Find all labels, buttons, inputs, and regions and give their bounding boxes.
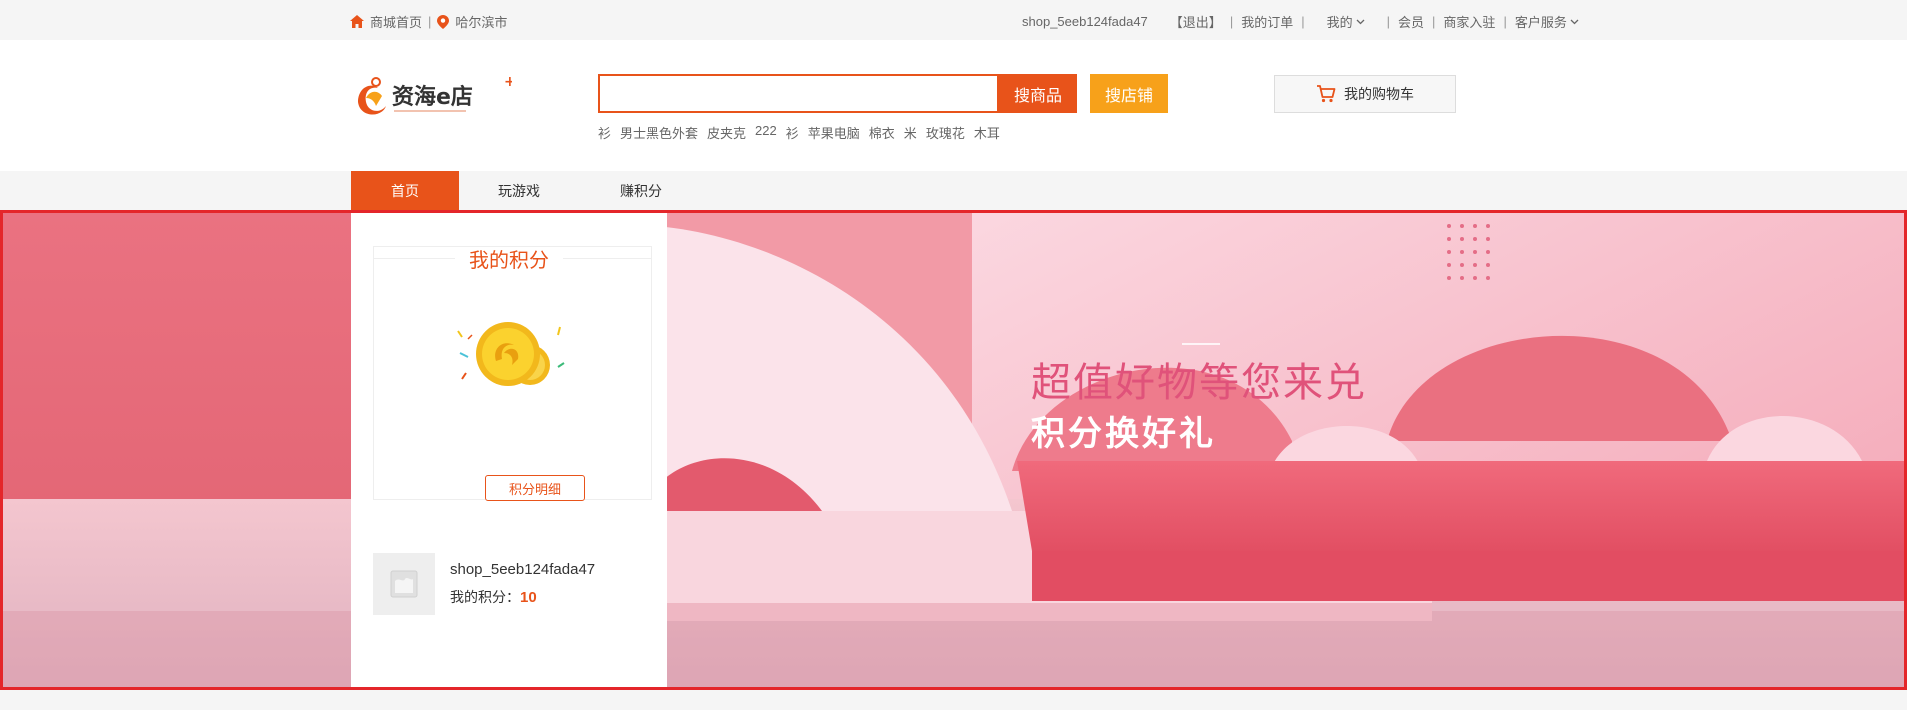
- city-selector[interactable]: 哈尔滨市: [455, 12, 507, 31]
- mine-label: 我的: [1326, 15, 1353, 30]
- points-detail-button[interactable]: 积分明细: [485, 475, 585, 501]
- chevron-down-icon: [1356, 19, 1365, 24]
- hot-keyword[interactable]: 米: [904, 123, 917, 142]
- user-points-value: 10: [520, 589, 537, 606]
- hot-keyword[interactable]: 皮夹克: [707, 123, 746, 142]
- coin-icon: [457, 322, 565, 386]
- search-input[interactable]: [598, 74, 999, 113]
- hot-keyword[interactable]: 木耳: [974, 123, 1000, 142]
- points-card: 积分明细: [373, 246, 652, 501]
- merchant-join-link[interactable]: 商家入驻: [1443, 12, 1495, 31]
- tab-earn-points[interactable]: 赚积分: [596, 171, 686, 211]
- hot-keyword[interactable]: 苹果电脑: [808, 123, 860, 142]
- my-orders-link[interactable]: 我的订单: [1241, 12, 1293, 31]
- home-link[interactable]: 商城首页: [370, 12, 422, 31]
- search-goods-button[interactable]: 搜商品: [999, 74, 1077, 113]
- divider: |: [1432, 14, 1436, 29]
- points-title: 我的积分: [351, 244, 667, 273]
- hot-keyword[interactable]: 衫: [598, 123, 611, 142]
- divider: |: [428, 14, 432, 29]
- hot-keyword[interactable]: 男士黑色外套: [620, 123, 698, 142]
- home-icon: [350, 15, 364, 28]
- username-link[interactable]: shop_5eeb124fada47: [1022, 14, 1148, 29]
- cart-button[interactable]: 我的购物车: [1274, 75, 1456, 113]
- avatar[interactable]: [373, 553, 435, 615]
- cart-icon: [1317, 85, 1336, 103]
- banner-illustration: [2, 211, 1905, 689]
- user-name: shop_5eeb124fada47: [450, 561, 596, 578]
- customer-service-menu[interactable]: 客户服务: [1515, 12, 1579, 31]
- divider: |: [1301, 14, 1305, 29]
- cart-label: 我的购物车: [1344, 86, 1414, 102]
- top-bar-left: 商城首页 | 哈尔滨市: [350, 12, 507, 31]
- top-bar: 商城首页 | 哈尔滨市 shop_5eeb124fada47 【退出】 | 我的…: [0, 0, 1907, 40]
- user-points-label: 我的积分：: [450, 589, 520, 605]
- hot-keyword[interactable]: 棉衣: [869, 123, 895, 142]
- logo-text: 资海e店: [392, 84, 473, 110]
- hot-keyword[interactable]: 衫: [786, 123, 799, 142]
- customer-service-label: 客户服务: [1514, 15, 1567, 30]
- divider: |: [1386, 14, 1391, 29]
- hot-keywords: 衫 男士黑色外套 皮夹克 222 衫 苹果电脑 棉衣 米 玫瑰花 木耳: [598, 123, 1000, 142]
- tab-play-games[interactable]: 玩游戏: [474, 171, 564, 211]
- divider: |: [1229, 14, 1234, 29]
- banner-subheadline: 积分换好礼: [1031, 414, 1216, 454]
- site-logo[interactable]: 资海e店 +: [352, 72, 516, 124]
- promo-banner: [2, 211, 1905, 689]
- main-nav: 首页 玩游戏 赚积分: [0, 171, 1907, 211]
- user-points: 我的积分：10: [450, 587, 537, 607]
- member-link[interactable]: 会员: [1398, 12, 1424, 31]
- tab-home[interactable]: 首页: [351, 171, 459, 211]
- hot-keyword[interactable]: 222: [755, 123, 777, 142]
- points-panel: 积分明细 我的积分 shop_5eeb124fada47 我的积分：10: [351, 211, 667, 689]
- divider: |: [1503, 14, 1507, 29]
- hot-keyword[interactable]: 玫瑰花: [926, 123, 965, 142]
- image-placeholder-icon: [390, 570, 418, 598]
- svg-text:+: +: [504, 74, 512, 90]
- location-icon: [437, 14, 450, 29]
- site-header: 资海e店 + 搜商品 搜店铺 衫 男士黑色外套 皮夹克 222 衫 苹果电脑 棉…: [0, 40, 1907, 171]
- mine-menu[interactable]: 我的: [1327, 12, 1365, 31]
- chevron-down-icon: [1570, 19, 1579, 24]
- logout-link[interactable]: 【退出】: [1170, 12, 1222, 31]
- search-shop-button[interactable]: 搜店铺: [1090, 74, 1168, 113]
- points-title-text: 我的积分: [455, 250, 563, 272]
- banner-headline: 超值好物等您来兑: [1031, 360, 1367, 406]
- top-bar-right: shop_5eeb124fada47 【退出】 | 我的订单 | 我的 | 会员…: [1022, 12, 1579, 31]
